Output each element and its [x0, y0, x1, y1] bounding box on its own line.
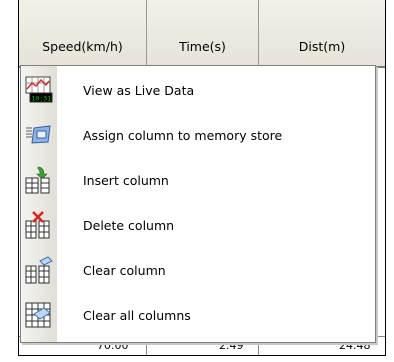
context-menu: 10:31 View as Live Data Assign column to…: [20, 65, 376, 343]
column-header-speed[interactable]: Speed(km/h): [19, 0, 147, 68]
column-header-label: Dist(m): [298, 39, 346, 54]
menu-item-delete-column[interactable]: Delete column: [21, 203, 375, 247]
column-header-dist[interactable]: Dist(m): [259, 0, 385, 68]
menu-item-label: Clear column: [83, 262, 166, 278]
menu-item-assign-memory-store[interactable]: Assign column to memory store: [21, 113, 375, 157]
menu-item-label: Insert column: [83, 172, 169, 188]
menu-item-label: Clear all columns: [83, 307, 191, 323]
menu-item-label: View as Live Data: [83, 82, 195, 98]
table-header-row: Speed(km/h) Time(s) Dist(m): [19, 0, 385, 68]
menu-item-clear-column[interactable]: Clear column: [21, 248, 375, 292]
live-data-icon: 10:31: [21, 68, 57, 112]
column-header-label: Time(s): [179, 39, 226, 54]
column-header-label: Speed(km/h): [42, 39, 123, 54]
column-header-time[interactable]: Time(s): [147, 0, 259, 68]
menu-item-label: Delete column: [83, 217, 175, 233]
delete-column-icon: [21, 203, 57, 247]
menu-item-clear-all-columns[interactable]: Clear all columns: [21, 293, 375, 337]
menu-item-label: Assign column to memory store: [83, 127, 283, 143]
menu-item-view-live-data[interactable]: 10:31 View as Live Data: [21, 68, 375, 112]
clear-all-columns-icon: [21, 293, 57, 337]
memory-store-icon: [21, 113, 57, 157]
insert-column-icon: [21, 158, 57, 202]
menu-item-insert-column[interactable]: Insert column: [21, 158, 375, 202]
clear-column-icon: [21, 248, 57, 292]
svg-text:10:31: 10:31: [32, 95, 52, 103]
